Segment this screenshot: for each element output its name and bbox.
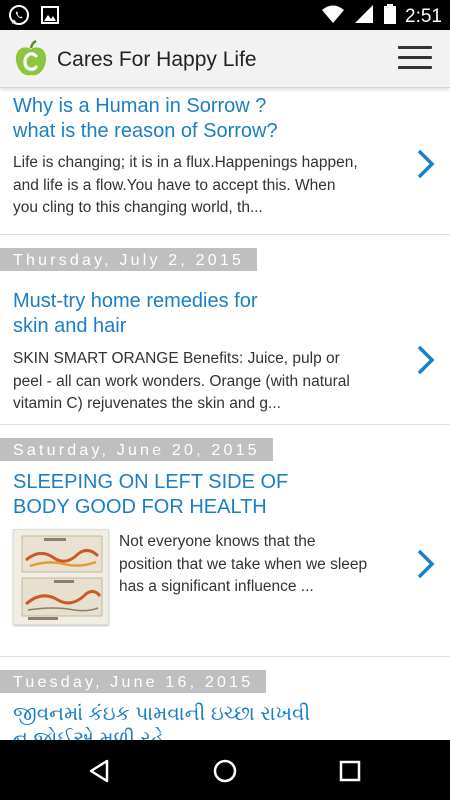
post-title-line[interactable]: skin and hair <box>13 314 258 339</box>
post-title-line[interactable]: ન જોઈએ મળી રહે <box>13 727 310 740</box>
chevron-right-icon[interactable] <box>414 547 438 581</box>
status-bar: 2:51 <box>0 0 450 30</box>
post-excerpt-line: position that we take when we sleep <box>119 555 368 573</box>
whatsapp-icon <box>8 4 30 31</box>
post-title-line[interactable]: BODY GOOD FOR HEALTH <box>13 495 288 520</box>
post-list: Why is a Human in Sorrow ? what is the r… <box>0 88 450 740</box>
wifi-icon <box>321 3 345 30</box>
post-excerpt-line: and life is a flow.You have to accept th… <box>13 176 336 194</box>
post-title[interactable]: જીવનમાં કંઇક પામવાની ઇચ્છા રાખવી ન જોઈએ … <box>0 702 350 740</box>
hamburger-menu-icon[interactable] <box>398 46 432 74</box>
apple-logo-icon <box>14 39 48 78</box>
status-time: 2:51 <box>405 5 442 27</box>
post-title[interactable]: Must-try home remedies for skin and hair <box>0 289 298 339</box>
post-item[interactable]: Why is a Human in Sorrow ? what is the r… <box>0 88 450 235</box>
post-title[interactable]: SLEEPING ON LEFT SIDE OF BODY GOOD FOR H… <box>0 470 328 520</box>
post-title-line[interactable]: what is the reason of Sorrow? <box>13 119 278 144</box>
navigation-bar <box>0 740 450 800</box>
cellular-signal-icon <box>353 3 375 30</box>
date-header: Tuesday, June 16, 2015 <box>0 670 267 693</box>
post-item[interactable]: Saturday, June 20, 2015 SLEEPING ON LEFT… <box>0 425 450 657</box>
post-excerpt-line: vitamin C) rejuvenates the skin and g... <box>13 395 281 412</box>
post-excerpt-line: peel - all can work wonders. Orange (wit… <box>13 372 350 390</box>
post-item[interactable]: Tuesday, June 16, 2015 જીવનમાં કંઇક પામવ… <box>0 657 450 740</box>
post-title-line[interactable]: Why is a Human in Sorrow ? <box>13 94 278 119</box>
post-excerpt: Not everyone knows that the position tha… <box>119 531 403 599</box>
app-title: Cares For Happy Life <box>57 48 257 71</box>
post-excerpt: SKIN SMART ORANGE Benefits: Juice, pulp … <box>0 348 398 416</box>
post-item[interactable]: Thursday, July 2, 2015 Must-try home rem… <box>0 235 450 425</box>
post-title-line[interactable]: Must-try home remedies for <box>13 289 258 314</box>
home-circle-icon[interactable] <box>210 756 240 786</box>
post-excerpt-line: Life is changing; it is in a flux.Happen… <box>13 154 358 171</box>
app-bar: Cares For Happy Life <box>0 30 450 88</box>
post-title-line[interactable]: જીવનમાં કંઇક પામવાની ઇચ્છા રાખવી <box>13 702 310 727</box>
date-header: Saturday, June 20, 2015 <box>0 438 273 461</box>
post-excerpt-line: has a significant influence ... <box>119 578 314 595</box>
chevron-right-icon[interactable] <box>414 343 438 377</box>
date-header: Thursday, July 2, 2015 <box>0 248 258 271</box>
back-triangle-icon[interactable] <box>85 756 115 786</box>
post-excerpt-line: you cling to this changing world, th... <box>13 199 263 216</box>
post-excerpt: Life is changing; it is in a flux.Happen… <box>0 152 406 220</box>
recents-square-icon[interactable] <box>335 756 365 786</box>
post-excerpt-line: Not everyone knows that the <box>119 533 316 550</box>
battery-icon <box>383 3 397 30</box>
image-icon <box>40 5 60 30</box>
post-title-line[interactable]: SLEEPING ON LEFT SIDE OF <box>13 470 288 495</box>
chevron-right-icon[interactable] <box>414 147 438 181</box>
post-excerpt-line: SKIN SMART ORANGE Benefits: Juice, pulp … <box>13 350 340 367</box>
post-thumbnail[interactable] <box>13 529 109 625</box>
post-title[interactable]: Why is a Human in Sorrow ? what is the r… <box>0 94 318 144</box>
